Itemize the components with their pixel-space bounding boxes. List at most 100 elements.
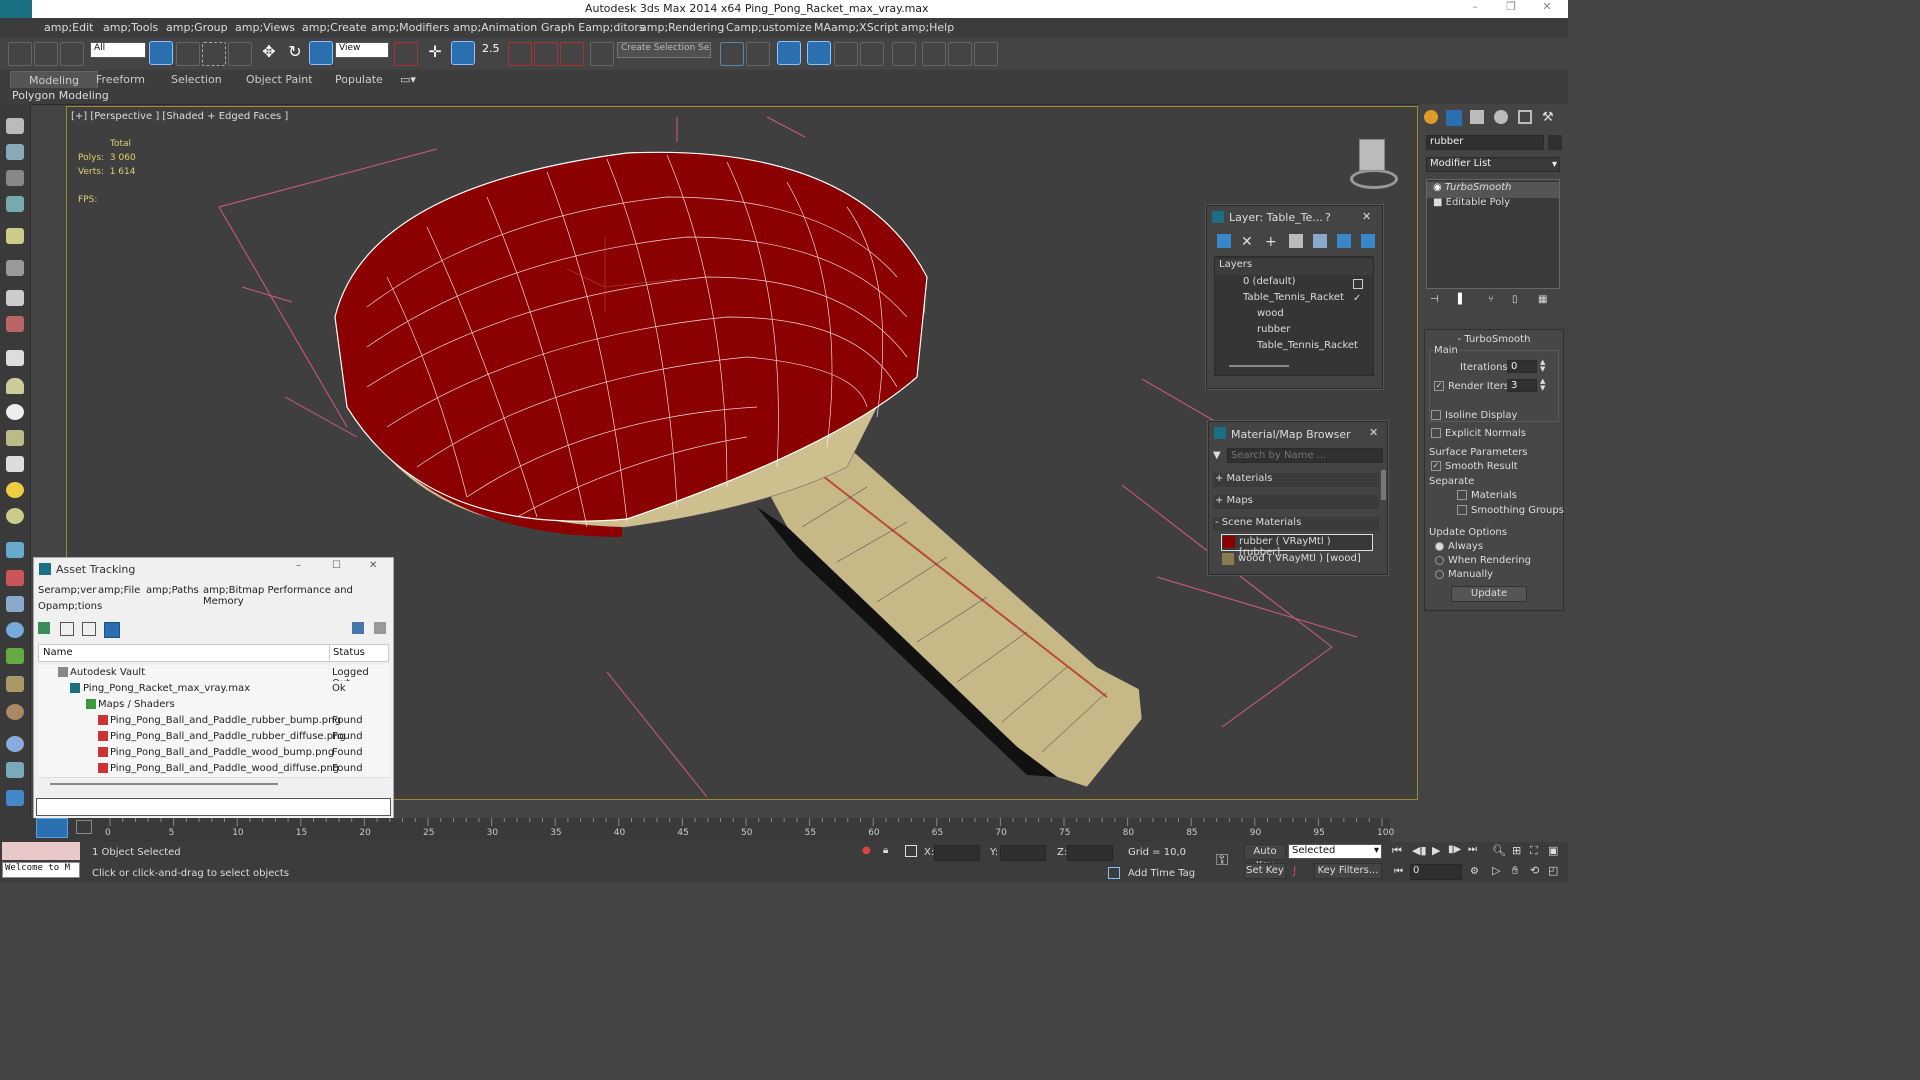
move-icon[interactable]: ✥	[258, 42, 280, 64]
teapot-icon[interactable]	[6, 118, 24, 134]
lock-icon[interactable]: 🔒︎	[883, 845, 888, 856]
render-setup-icon[interactable]	[922, 42, 946, 66]
material-browser-close-icon[interactable]: ✕	[1369, 426, 1378, 439]
material-item-wood[interactable]: wood ( VRayMtl ) [wood]	[1221, 552, 1371, 567]
render-frame-icon[interactable]	[6, 144, 24, 160]
table-icon[interactable]	[6, 196, 24, 212]
layer-row-racket[interactable]: Table_Tennis_Racket ✓	[1215, 292, 1373, 308]
disk-icon[interactable]	[6, 508, 24, 524]
hide-all-icon[interactable]	[1337, 234, 1351, 248]
bowl-icon[interactable]	[6, 430, 24, 446]
menu-views[interactable]: amp;Views	[235, 21, 295, 34]
go-to-start-icon[interactable]: ⏮	[1392, 844, 1402, 858]
list-icon[interactable]	[6, 170, 24, 186]
layer-manager-icon[interactable]	[777, 41, 801, 65]
zoom-extents-all-icon[interactable]: ▣	[1548, 844, 1558, 857]
timeline[interactable]: 0 5 10 15 20 25 30 35 40 45 50 55 60 65 70 75 80 85 90 95 10…	[0, 818, 1394, 842]
bulb-icon[interactable]: ◉	[1433, 182, 1442, 193]
render-iters-spinner[interactable]: 3	[1507, 379, 1537, 392]
menu-create[interactable]: amp;Create	[302, 21, 367, 34]
tab-freeform[interactable]: Freeform	[96, 73, 145, 86]
refresh-icon[interactable]	[38, 622, 50, 634]
key-icon[interactable]: ⚿	[1216, 850, 1228, 870]
modify-tab-icon[interactable]	[1446, 110, 1462, 126]
play-icon[interactable]: ▶	[1432, 844, 1440, 857]
maxscript-listener[interactable]	[2, 842, 80, 860]
sphere-icon[interactable]	[6, 404, 24, 420]
tab-selection[interactable]: Selection	[171, 73, 222, 86]
particles-icon[interactable]	[6, 542, 24, 558]
edit-named-selection-icon[interactable]	[590, 42, 614, 66]
table-row[interactable]: Ping_Pong_Ball_and_Paddle_rubber_bump.pn…	[38, 713, 389, 730]
menu-modifiers[interactable]: amp;Modifiers	[371, 21, 449, 34]
spinner-snap-icon[interactable]	[560, 42, 584, 66]
make-unique-icon[interactable]: ⑂	[1488, 294, 1494, 305]
material-search-input[interactable]	[1227, 448, 1383, 463]
tab-object-paint[interactable]: Object Paint	[246, 73, 313, 86]
materials-section[interactable]: + Materials	[1213, 473, 1379, 487]
hair-icon[interactable]	[6, 676, 24, 692]
menu-animation[interactable]: amp;Animation	[453, 21, 537, 34]
plant-icon[interactable]	[6, 648, 24, 664]
modifier-list-dropdown[interactable]: Modifier List ▾	[1426, 157, 1560, 172]
menu-customize[interactable]: Camp;ustomize	[726, 21, 812, 34]
gear-icon[interactable]	[6, 622, 24, 638]
select-by-name-icon[interactable]	[176, 42, 200, 66]
z-coordinate[interactable]	[1067, 845, 1113, 861]
asset-maximize-icon[interactable]: ☐	[332, 560, 341, 571]
minimize-icon[interactable]: –	[1468, 0, 1482, 16]
bind-space-warp-icon[interactable]	[60, 42, 84, 66]
menu-graph-editors[interactable]: Graph Eamp;ditors	[541, 21, 645, 34]
ribbon-options-icon[interactable]: ▭▾	[400, 73, 416, 86]
asset-menu-server[interactable]: Seramp;ver	[38, 585, 96, 596]
field-of-view-icon[interactable]: ▷	[1492, 864, 1500, 877]
table-row[interactable]: Autodesk VaultLogged Out .	[38, 665, 389, 689]
scale-icon[interactable]	[309, 41, 333, 65]
align-icon[interactable]	[746, 42, 770, 66]
zoom-all-icon[interactable]: ⊞	[1512, 844, 1521, 857]
column-name[interactable]: Name	[43, 647, 73, 658]
angle-snap-icon[interactable]	[508, 42, 532, 66]
viewport-label[interactable]: [+] [Perspective ] [Shaded + Edged Faces…	[71, 111, 288, 122]
unlink-icon[interactable]	[34, 42, 58, 66]
snap-toggle[interactable]: 2.5	[482, 42, 500, 55]
asset-menu-options[interactable]: Opamp;tions	[38, 601, 102, 612]
sun-icon[interactable]	[6, 482, 24, 498]
render-icon[interactable]	[974, 42, 998, 66]
asset-menu-paths[interactable]: amp;Paths	[146, 585, 199, 596]
materials-checkbox[interactable]: Materials	[1425, 490, 1563, 506]
utilities-tab-icon[interactable]: ⚒	[1542, 110, 1556, 125]
paint-icon[interactable]	[6, 570, 24, 586]
menu-help[interactable]: amp;Help	[901, 21, 954, 34]
column-divider[interactable]	[329, 645, 330, 661]
object-name-field[interactable]: rubber	[1426, 135, 1544, 150]
zoom-icon[interactable]: 🔍︎	[1492, 844, 1506, 857]
asset-path-field[interactable]	[36, 798, 391, 816]
smoothing-groups-checkbox[interactable]: Smoothing Groups	[1425, 505, 1564, 521]
light-icon[interactable]	[6, 228, 24, 244]
add-to-layer-icon[interactable]: +	[1265, 234, 1277, 250]
previous-frame-icon[interactable]: ◀▮	[1412, 844, 1427, 857]
menu-maxscript[interactable]: MAamp;XScript	[814, 21, 899, 34]
select-layer-icon[interactable]	[1289, 234, 1303, 248]
configure-sets-icon[interactable]: ▦	[1538, 294, 1547, 305]
maximize-viewport-icon[interactable]: ◰	[1548, 864, 1558, 877]
curve-editor-icon[interactable]	[834, 42, 858, 66]
spinner-arrows-icon[interactable]: ▲ ▼	[1540, 378, 1545, 392]
camera-icon[interactable]	[6, 260, 24, 276]
select-object-icon[interactable]	[149, 41, 173, 65]
manually-radio[interactable]: Manually	[1425, 569, 1563, 585]
object-color-swatch[interactable]	[1548, 135, 1562, 150]
mirror-icon[interactable]	[720, 42, 744, 66]
layer-help-icon[interactable]: ?	[1325, 211, 1331, 224]
next-frame-icon[interactable]: ▮▶	[1448, 844, 1461, 855]
zoom-extents-icon[interactable]: ⛶	[1530, 844, 1538, 858]
browser-options-icon[interactable]: ▼	[1213, 450, 1221, 461]
close-icon[interactable]: ✕	[1540, 0, 1554, 16]
default-tangent-icon[interactable]: ∫	[1292, 866, 1297, 877]
x-coordinate[interactable]	[934, 845, 980, 861]
pin-stack-icon[interactable]: ⊣	[1430, 294, 1439, 305]
isolate-icon[interactable]: ●	[862, 845, 871, 856]
scene-materials-section[interactable]: - Scene Materials	[1213, 517, 1379, 531]
table-row[interactable]: Ping_Pong_Ball_and_Paddle_rubber_diffuse…	[38, 729, 389, 746]
